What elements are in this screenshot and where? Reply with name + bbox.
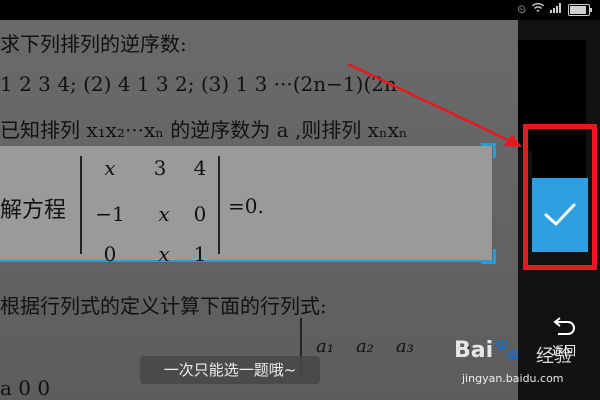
doc-line-2: 1 2 3 4; (2) 4 1 3 2; (3) 1 3 ···(2n−1)(… xyxy=(0,72,397,96)
watermark-url: jingyan.baidu.com xyxy=(462,372,564,385)
det-cell: a₃ xyxy=(395,336,414,357)
battery-level xyxy=(570,6,586,14)
signal-icon xyxy=(550,3,562,17)
matrix-cell: x xyxy=(104,156,116,180)
camera-screen: 求下列排列的逆序数: 1 2 3 4; (2) 4 1 3 2; (3) 1 3… xyxy=(0,0,600,400)
matrix-cell: −1 xyxy=(95,202,125,226)
matrix-cell: 4 xyxy=(193,156,207,180)
status-icons: ⏲ xyxy=(517,3,592,17)
doc-line-1: 求下列排列的逆序数: xyxy=(0,32,187,56)
status-bar: ⏲ xyxy=(0,0,600,20)
panel-block xyxy=(532,144,586,180)
confirm-button[interactable] xyxy=(532,178,588,252)
matrix-cell: 0 xyxy=(193,202,207,226)
clock-icon: ⏲ xyxy=(517,3,526,16)
resize-handle-bottom-right[interactable] xyxy=(481,249,496,264)
toast-message: 一次只能选一题哦~ xyxy=(140,356,320,384)
determinant-header: a₁ a₂ a₃ xyxy=(316,336,414,357)
doc-line-5: 根据行列式的定义计算下面的行列式: xyxy=(0,294,327,318)
equation-rhs: =0. xyxy=(228,194,264,218)
camera-preview: 求下列排列的逆序数: 1 2 3 4; (2) 4 1 3 2; (3) 1 3… xyxy=(0,0,518,400)
resize-handle-top-right[interactable] xyxy=(481,143,496,158)
matrix: x 3 4 −1 x 0 0 x 1 xyxy=(80,156,220,266)
matrix-cell: x xyxy=(158,202,170,226)
det-cell: a₁ xyxy=(316,336,334,357)
det-cell: a₂ xyxy=(355,336,374,357)
watermark: Bai🐾 经验 jingyan.baidu.com xyxy=(454,338,594,394)
baidu-logo: Bai🐾 xyxy=(454,338,521,363)
battery-icon xyxy=(568,4,592,16)
wifi-icon xyxy=(532,3,544,17)
matrix-cell: 0 xyxy=(103,242,117,266)
selection-box[interactable]: 解方程 x 3 4 −1 x 0 0 x 1 =0. xyxy=(0,143,496,266)
matrix-cell: x xyxy=(158,242,170,266)
back-arrow-icon xyxy=(553,317,575,335)
question-label: 解方程 xyxy=(0,198,67,223)
matrix-cell: 3 xyxy=(153,156,167,180)
check-icon xyxy=(544,203,576,226)
doc-line-6: a 0 0 xyxy=(0,376,51,400)
panel-block xyxy=(518,40,586,150)
matrix-left-bar xyxy=(80,156,82,254)
matrix-cell: 1 xyxy=(193,242,207,266)
watermark-text: 经验 xyxy=(536,346,572,367)
doc-line-3: 已知排列 x₁x₂···xₙ 的逆序数为 a ,则排列 xₙxₙ xyxy=(0,118,408,142)
